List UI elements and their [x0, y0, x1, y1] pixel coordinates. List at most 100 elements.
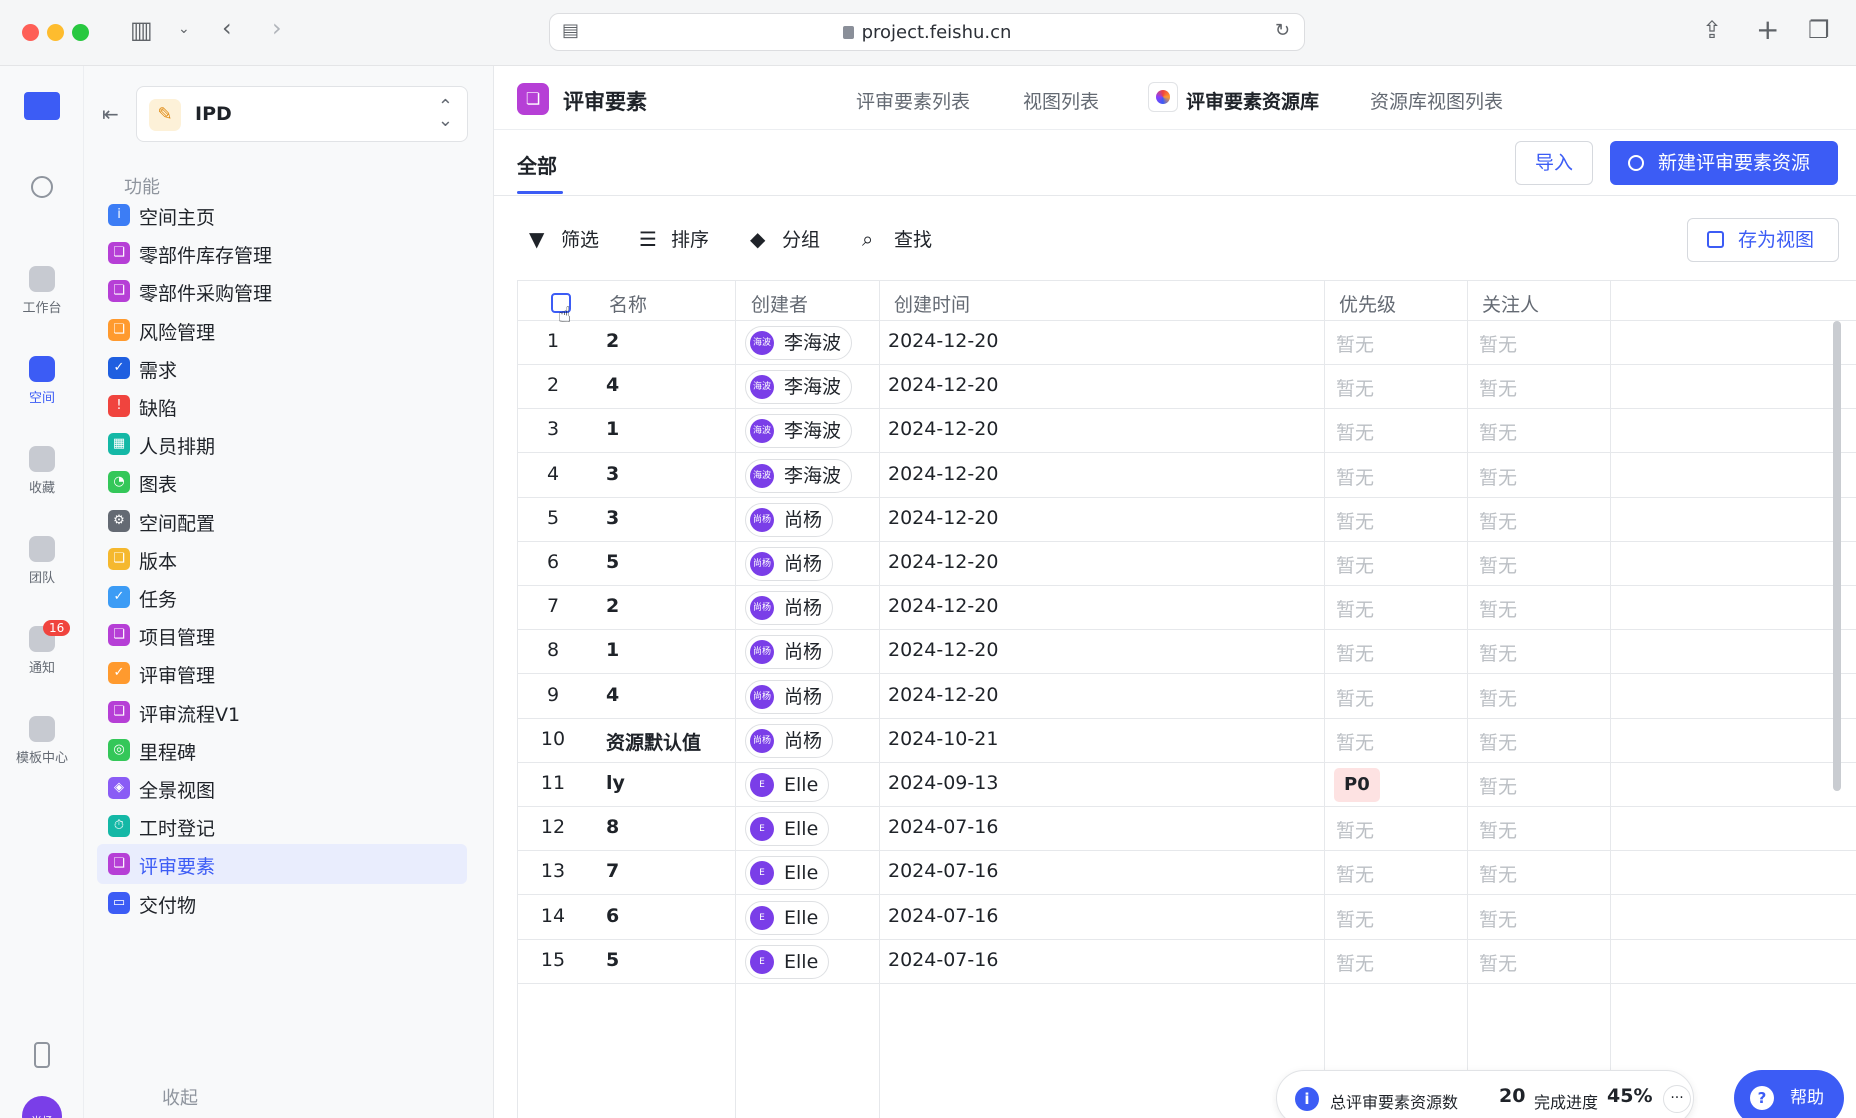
- cell-priority-empty[interactable]: 暂无: [1336, 816, 1374, 843]
- cell-name[interactable]: 7: [606, 860, 619, 882]
- table-row[interactable]: 7 2 尚杨 尚杨 2024-12-20 暂无 暂无: [518, 586, 1856, 631]
- cell-priority-empty[interactable]: 暂无: [1336, 949, 1374, 976]
- cell-name[interactable]: 1: [606, 418, 619, 440]
- sidebar-item[interactable]: ❏ 评审要素: [97, 844, 467, 885]
- table-row[interactable]: 14 6 E Elle 2024-07-16 暂无 暂无: [518, 896, 1856, 940]
- rail-item-team[interactable]: 团队: [0, 536, 84, 586]
- tab-resource-view-list[interactable]: 资源库视图列表: [1370, 87, 1503, 114]
- cell-name[interactable]: 4: [606, 684, 619, 706]
- chevron-down-icon[interactable]: ⌄: [178, 22, 190, 36]
- new-tab-icon[interactable]: +: [1756, 16, 1779, 44]
- column-header-name[interactable]: 名称: [609, 290, 647, 317]
- cell-name[interactable]: 3: [606, 507, 619, 529]
- cell-name[interactable]: 5: [606, 551, 619, 573]
- cell-priority-empty[interactable]: 暂无: [1336, 507, 1374, 534]
- more-icon[interactable]: ···: [1663, 1085, 1691, 1113]
- sidebar-item[interactable]: ⚙ 空间配置: [97, 501, 467, 541]
- sidebar-item[interactable]: ▦ 人员排期: [97, 424, 467, 464]
- reload-icon[interactable]: ↻: [1275, 22, 1290, 40]
- cell-name[interactable]: 资源默认值: [606, 728, 701, 755]
- column-header-priority[interactable]: 优先级: [1339, 290, 1396, 317]
- creator-chip[interactable]: 尚杨 尚杨: [745, 502, 834, 537]
- sidebar-item[interactable]: ✓ 需求: [97, 348, 467, 388]
- tabs-overview-icon[interactable]: ❐: [1808, 18, 1830, 42]
- cell-watchers-empty[interactable]: 暂无: [1479, 860, 1517, 887]
- cell-priority-empty[interactable]: 暂无: [1336, 639, 1374, 666]
- table-row[interactable]: 15 5 E Elle 2024-07-16 暂无 暂无: [518, 940, 1856, 984]
- creator-chip[interactable]: 尚杨 尚杨: [745, 591, 834, 626]
- cell-priority-empty[interactable]: 暂无: [1336, 418, 1374, 445]
- cell-watchers-empty[interactable]: 暂无: [1479, 507, 1517, 534]
- table-row[interactable]: 10 资源默认值 尚杨 尚杨 2024-10-21 暂无 暂无: [518, 719, 1856, 763]
- table-row[interactable]: 3 1 海波 李海波 2024-12-20 暂无 暂无: [518, 409, 1856, 454]
- cell-watchers-empty[interactable]: 暂无: [1479, 551, 1517, 578]
- filter-button[interactable]: ▼ 筛选: [529, 225, 599, 252]
- close-window-button[interactable]: [22, 24, 39, 41]
- table-row[interactable]: 2 4 海波 李海波 2024-12-20 暂无 暂无: [518, 365, 1856, 410]
- cell-name[interactable]: 1: [606, 639, 619, 661]
- cell-priority-empty[interactable]: 暂无: [1336, 463, 1374, 490]
- forward-icon[interactable]: ›: [272, 16, 282, 40]
- tab-review-elements-list[interactable]: 评审要素列表: [856, 87, 970, 114]
- cell-name[interactable]: 6: [606, 905, 619, 927]
- cell-watchers-empty[interactable]: 暂无: [1479, 728, 1517, 755]
- import-button[interactable]: 导入: [1515, 141, 1593, 185]
- sort-button[interactable]: ☰ 排序: [639, 225, 709, 252]
- table-row[interactable]: 9 4 尚杨 尚杨 2024-12-20 暂无 暂无: [518, 675, 1856, 719]
- sidebar-item[interactable]: ❏ 评审流程V1: [97, 692, 467, 732]
- rail-item-space[interactable]: 空间: [0, 356, 84, 406]
- cell-name[interactable]: 2: [606, 330, 619, 352]
- table-row[interactable]: 4 3 海波 李海波 2024-12-20 暂无 暂无: [518, 454, 1856, 498]
- creator-chip[interactable]: 尚杨 尚杨: [745, 547, 834, 581]
- cell-name[interactable]: 4: [606, 374, 619, 396]
- user-avatar[interactable]: 尚杨: [0, 1096, 84, 1118]
- rail-search[interactable]: [0, 176, 84, 198]
- sidebar-item[interactable]: ❏ 项目管理: [97, 615, 467, 655]
- cell-priority-empty[interactable]: 暂无: [1336, 860, 1374, 887]
- sidebar-item[interactable]: ❏ 零部件库存管理: [97, 233, 467, 273]
- table-row[interactable]: 5 3 尚杨 尚杨 2024-12-20 暂无 暂无: [518, 498, 1856, 542]
- space-selector[interactable]: ✎ IPD ⌃ ⌄: [136, 86, 468, 142]
- creator-chip[interactable]: E Elle: [745, 812, 830, 847]
- sidebar-item[interactable]: ❏ 零部件采购管理: [97, 271, 467, 311]
- sidebar-item[interactable]: ✓ 任务: [97, 577, 467, 617]
- cell-watchers-empty[interactable]: 暂无: [1479, 418, 1517, 445]
- cell-name[interactable]: 5: [606, 949, 619, 971]
- rail-item-favorites[interactable]: 收藏: [0, 446, 84, 496]
- sidebar-item[interactable]: ◈ 全景视图: [97, 768, 467, 808]
- creator-chip[interactable]: E Elle: [745, 768, 830, 802]
- sidebar-item[interactable]: ! 缺陷: [97, 386, 467, 426]
- cell-priority-empty[interactable]: 暂无: [1336, 374, 1374, 401]
- sidebar-toggle-icon[interactable]: ▥: [130, 18, 153, 42]
- column-header-created[interactable]: 创建时间: [894, 290, 970, 317]
- cell-watchers-empty[interactable]: 暂无: [1479, 949, 1517, 976]
- cell-watchers-empty[interactable]: 暂无: [1479, 463, 1517, 490]
- save-view-button[interactable]: 存为视图: [1687, 218, 1839, 262]
- cell-priority-empty[interactable]: 暂无: [1336, 330, 1374, 357]
- maximize-window-button[interactable]: [72, 24, 89, 41]
- creator-chip[interactable]: 尚杨 尚杨: [745, 635, 834, 670]
- cell-priority-empty[interactable]: 暂无: [1336, 551, 1374, 578]
- cell-name[interactable]: 3: [606, 463, 619, 485]
- table-row[interactable]: 13 7 E Elle 2024-07-16 暂无 暂无: [518, 851, 1856, 896]
- table-row[interactable]: 8 1 尚杨 尚杨 2024-12-20 暂无 暂无: [518, 630, 1856, 675]
- table-row[interactable]: 11 ly E Elle 2024-09-13 P0 暂无: [518, 763, 1856, 807]
- column-header-creator[interactable]: 创建者: [751, 290, 808, 317]
- priority-tag[interactable]: P0: [1334, 768, 1380, 802]
- cell-priority-empty[interactable]: 暂无: [1336, 684, 1374, 711]
- tab-resource-library[interactable]: 评审要素资源库: [1186, 87, 1319, 114]
- creator-chip[interactable]: E Elle: [745, 856, 830, 891]
- cell-watchers-empty[interactable]: 暂无: [1479, 684, 1517, 711]
- address-bar[interactable]: ▤ project.feishu.cn ↻: [549, 13, 1305, 51]
- table-row[interactable]: 1 2 海波 李海波 2024-12-20 暂无 暂无: [518, 321, 1856, 365]
- rail-item-workbench[interactable]: 工作台: [0, 266, 84, 316]
- rail-item-templates[interactable]: 模板中心: [0, 716, 84, 766]
- cell-priority-empty[interactable]: 暂无: [1336, 595, 1374, 622]
- collapse-section-toggle[interactable]: 收起: [162, 1084, 198, 1110]
- share-icon[interactable]: ⇪: [1702, 18, 1722, 42]
- help-button[interactable]: ? 帮助: [1734, 1070, 1844, 1118]
- table-row[interactable]: 12 8 E Elle 2024-07-16 暂无 暂无: [518, 807, 1856, 852]
- minimize-window-button[interactable]: [47, 24, 64, 41]
- cell-watchers-empty[interactable]: 暂无: [1479, 905, 1517, 932]
- rail-mobile[interactable]: [0, 1042, 84, 1068]
